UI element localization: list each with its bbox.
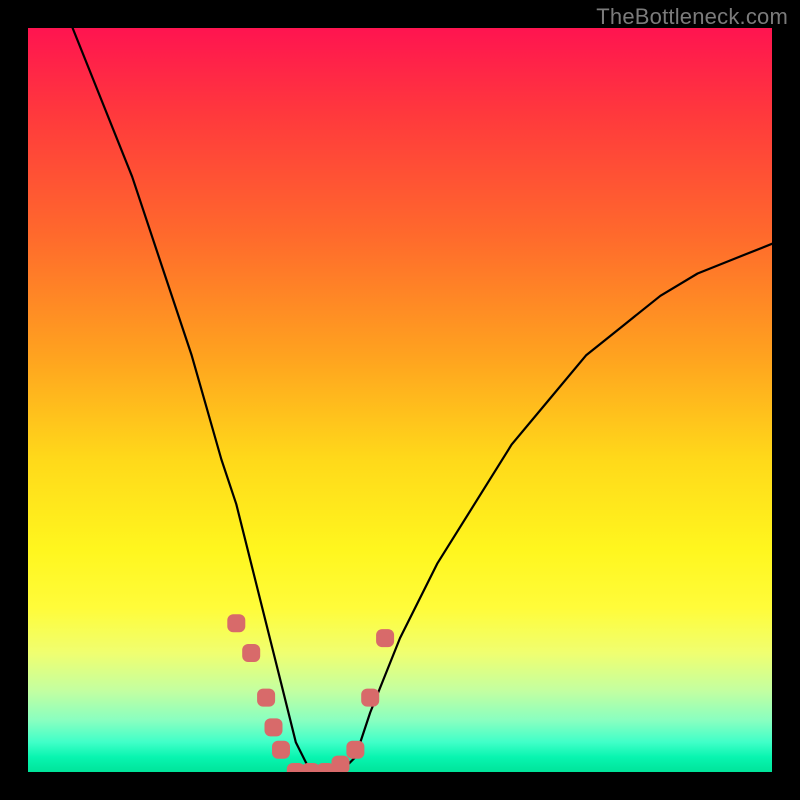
optimal-markers [227,614,394,772]
chart-frame: TheBottleneck.com [0,0,800,800]
curve-layer [28,28,772,772]
plot-area [28,28,772,772]
watermark: TheBottleneck.com [596,4,788,30]
bottleneck-curve [73,28,772,772]
